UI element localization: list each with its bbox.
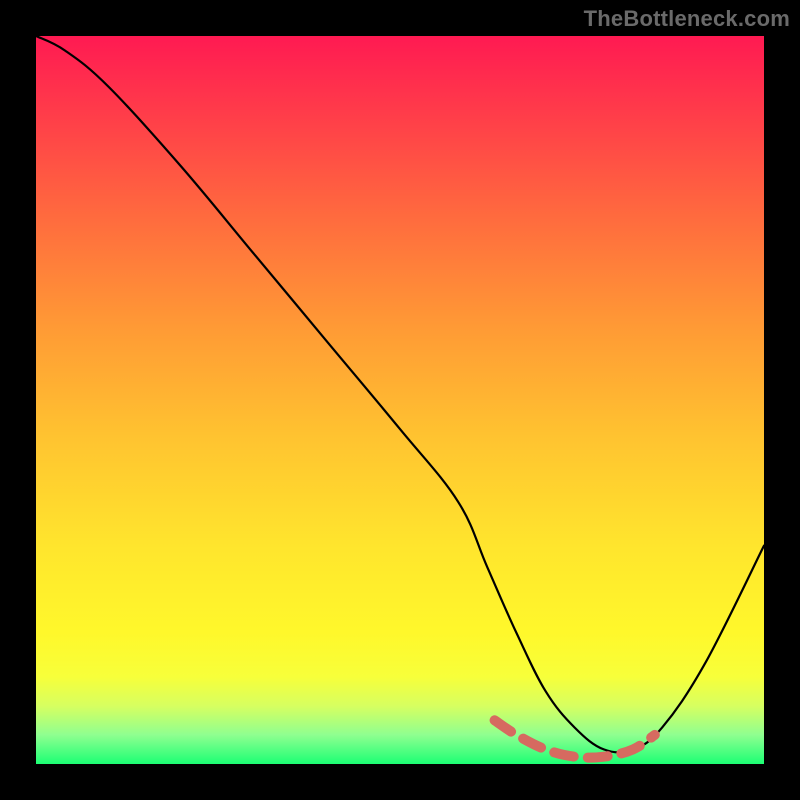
chart-stage: TheBottleneck.com xyxy=(0,0,800,800)
bottleneck-curve-line xyxy=(36,36,764,752)
chart-svg xyxy=(36,36,764,764)
optimal-range-markers xyxy=(495,720,655,757)
plot-area xyxy=(36,36,764,764)
attribution-label: TheBottleneck.com xyxy=(584,6,790,32)
